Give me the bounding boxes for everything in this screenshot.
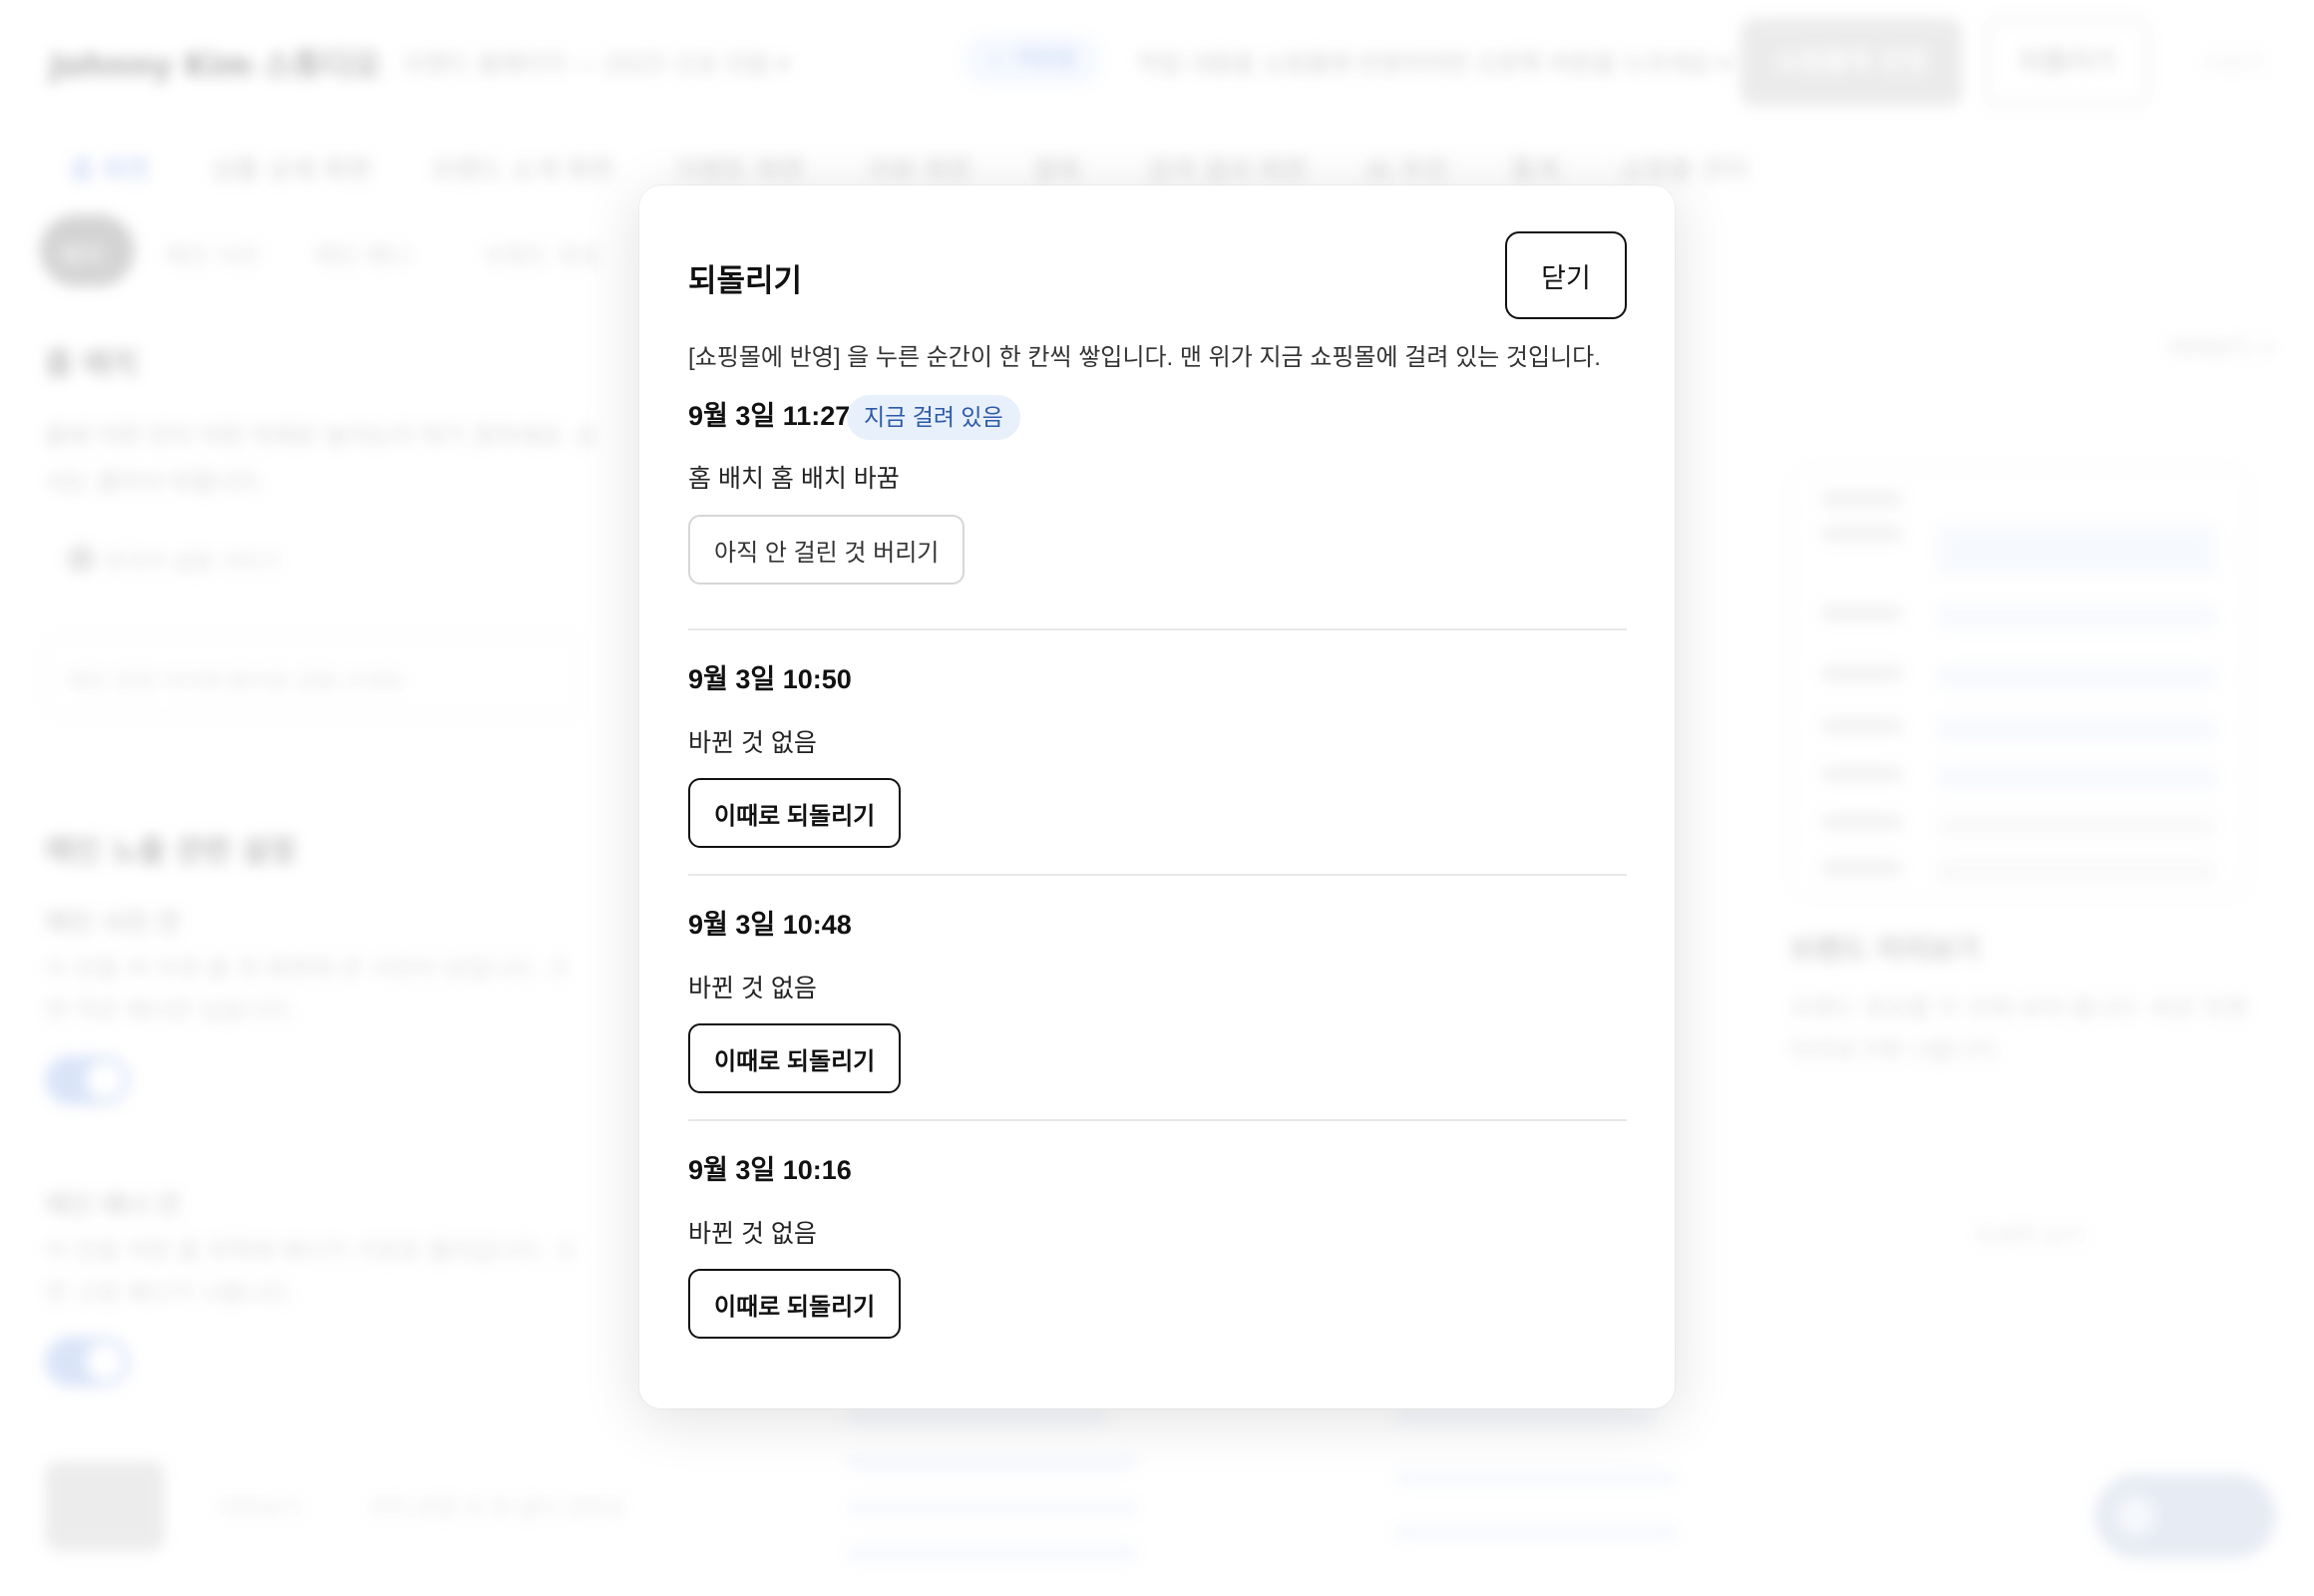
entry-summary: 바뀐 것 없음 bbox=[688, 729, 817, 757]
revert-to-this-button[interactable]: 이때로 되돌리기 bbox=[688, 778, 902, 848]
entry-summary: 바뀐 것 없음 bbox=[688, 975, 817, 1002]
entry-time: 9월 3일 11:27 bbox=[688, 401, 851, 431]
revert-history-modal: 되돌리기 닫기 [쇼핑몰에 반영] 을 누른 순간이 한 칸씩 쌓입니다. 맨 … bbox=[639, 186, 1675, 1408]
entry-time: 9월 3일 10:16 bbox=[688, 1155, 852, 1185]
history-entry: 9월 3일 10:50 바뀐 것 없음 이때로 되돌리기 bbox=[688, 630, 1627, 876]
revert-to-this-button[interactable]: 이때로 되돌리기 bbox=[688, 1023, 902, 1093]
history-list: 9월 3일 11:27 지금 걸려 있음 홈 배치 홈 배치 바꿈 아직 안 걸… bbox=[688, 395, 1627, 1367]
current-status-badge: 지금 걸려 있음 bbox=[847, 395, 1020, 440]
close-button[interactable]: 닫기 bbox=[1505, 231, 1627, 319]
revert-to-this-button[interactable]: 이때로 되돌리기 bbox=[688, 1269, 902, 1339]
entry-summary: 홈 배치 홈 배치 바꿈 bbox=[688, 465, 900, 493]
history-entry: 9월 3일 10:48 바뀐 것 없음 이때로 되돌리기 bbox=[688, 876, 1627, 1121]
entry-time: 9월 3일 10:50 bbox=[688, 664, 852, 694]
entry-time: 9월 3일 10:48 bbox=[688, 910, 852, 940]
modal-description: [쇼핑몰에 반영] 을 누른 순간이 한 칸씩 쌓입니다. 맨 위가 지금 쇼핑… bbox=[688, 344, 1601, 371]
history-entry: 9월 3일 10:16 바뀐 것 없음 이때로 되돌리기 bbox=[688, 1121, 1627, 1367]
entry-summary: 바뀐 것 없음 bbox=[688, 1220, 817, 1248]
history-entry: 9월 3일 11:27 지금 걸려 있음 홈 배치 홈 배치 바꿈 아직 안 걸… bbox=[688, 395, 1627, 630]
modal-header: 되돌리기 닫기 bbox=[688, 231, 1627, 319]
modal-title: 되돌리기 bbox=[688, 263, 803, 298]
discard-unapplied-button[interactable]: 아직 안 걸린 것 버리기 bbox=[688, 515, 965, 585]
